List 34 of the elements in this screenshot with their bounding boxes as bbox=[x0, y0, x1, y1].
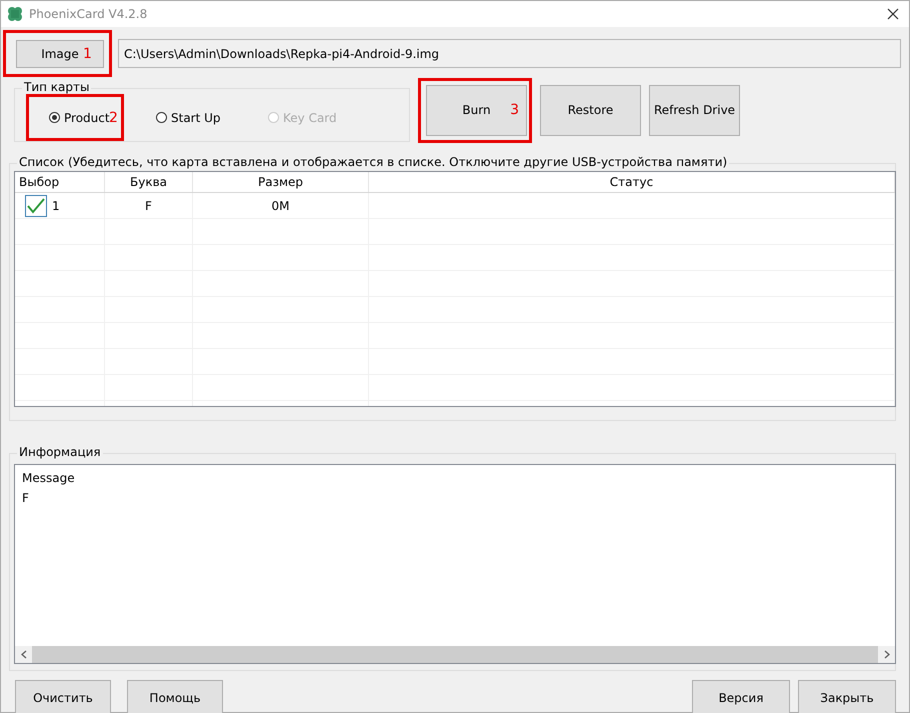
log-line: Message bbox=[22, 471, 76, 485]
window-title: PhoenixCard V4.2.8 bbox=[29, 7, 148, 21]
callout-number: 2 bbox=[109, 110, 118, 126]
table-cell: 0M bbox=[193, 193, 369, 218]
footer-button[interactable]: Очистить bbox=[15, 680, 111, 713]
checkbox[interactable] bbox=[25, 194, 47, 216]
column-header[interactable]: Выбор bbox=[15, 172, 105, 192]
footer-button[interactable]: Закрыть bbox=[798, 680, 896, 713]
horizontal-scrollbar[interactable] bbox=[15, 646, 895, 663]
column-header[interactable]: Буква bbox=[105, 172, 193, 192]
footer-button[interactable]: Версия bbox=[692, 680, 790, 713]
scroll-right-icon bbox=[884, 650, 890, 659]
radio-option: Key Card bbox=[268, 110, 380, 124]
table-cell: F bbox=[105, 193, 193, 218]
group-label: Информация bbox=[17, 445, 103, 459]
table-cell: 1 bbox=[52, 198, 60, 212]
group-label: Тип карты bbox=[22, 80, 92, 94]
app-icon bbox=[7, 6, 23, 22]
radio-option[interactable]: Product bbox=[49, 110, 110, 124]
action-button[interactable]: Refresh Drive bbox=[649, 84, 740, 136]
group-label: Список (Убедитесь, что карта вставлена и отображается в списке. Отключите другие USB-устройства памяти) bbox=[17, 155, 730, 169]
column-header[interactable]: Статус bbox=[369, 172, 895, 192]
radio-circle[interactable] bbox=[49, 112, 60, 123]
footer-button[interactable]: Помощь bbox=[127, 680, 223, 713]
radio-option[interactable]: Start Up bbox=[156, 110, 268, 124]
path-field[interactable]: C:\Users\Admin\Downloads\Repka-pi4-Android-9.img bbox=[118, 39, 901, 68]
action-button[interactable]: Restore bbox=[540, 84, 641, 136]
radio-circle[interactable] bbox=[156, 112, 167, 123]
scroll-left-icon bbox=[20, 650, 26, 659]
callout-number: 1 bbox=[83, 46, 92, 62]
callout-number: 3 bbox=[510, 102, 519, 118]
column-header[interactable]: Размер bbox=[193, 172, 369, 192]
close-icon[interactable] bbox=[887, 8, 899, 20]
log-line: F bbox=[22, 491, 30, 505]
